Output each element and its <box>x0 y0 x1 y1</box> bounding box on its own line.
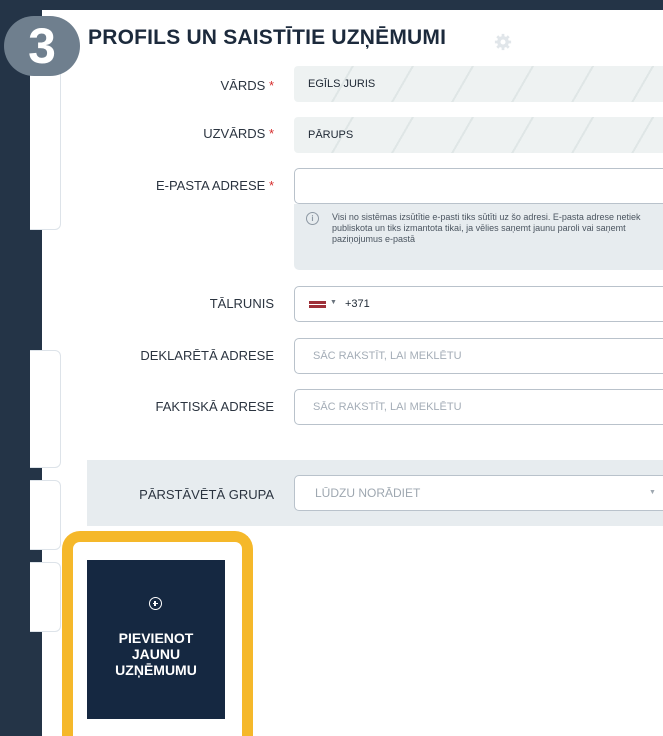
latvia-flag-icon[interactable] <box>309 301 326 308</box>
group-label: PĀRSTĀVĒTĀ GRUPA <box>139 487 274 502</box>
declared-address-label: DEKLARĒTĀ ADRESE <box>140 348 274 363</box>
declared-address-input[interactable]: SĀC RAKSTĪT, LAI MEKLĒTU <box>294 338 663 374</box>
phone-input[interactable]: ▼ +371 <box>294 286 663 322</box>
page-title: PROFILS UN SAISTĪTIE UZŅĒMUMI <box>88 26 447 49</box>
top-bar <box>0 0 663 10</box>
first-name-label-text: VĀRDS <box>220 78 266 93</box>
email-label-text: E-PASTA ADRESE <box>155 178 266 193</box>
card-fragment <box>30 480 61 550</box>
phone-label: TĀLRUNIS <box>209 296 274 311</box>
card-fragment <box>30 562 61 632</box>
first-name-label: VĀRDS * <box>221 78 274 93</box>
email-hint-text: Visi no sistēmas izsūtītie e-pasti tiks … <box>332 212 641 244</box>
required-marker: * <box>268 126 274 141</box>
email-input[interactable] <box>294 168 663 204</box>
group-select[interactable]: LŪDZU NORĀDIET ▼ <box>294 475 663 511</box>
chevron-down-icon[interactable]: ▼ <box>330 299 337 306</box>
step-number-badge: 3 <box>4 16 80 76</box>
required-marker: * <box>268 78 274 93</box>
actual-address-label: FAKTISKĀ ADRESE <box>155 399 275 414</box>
card-fragment <box>30 66 61 230</box>
add-company-button[interactable]: PIEVIENOT JAUNU UZŅĒMUMU <box>87 560 225 719</box>
phone-country-code[interactable]: +371 <box>345 287 370 321</box>
chevron-down-icon: ▼ <box>649 489 656 496</box>
required-marker: * <box>268 178 274 193</box>
plus-circle-icon <box>149 597 162 610</box>
gear-icon[interactable] <box>494 33 512 51</box>
add-company-label: PIEVIENOT JAUNU UZŅĒMUMU <box>115 630 197 678</box>
email-hint: i Visi no sistēmas izsūtītie e-pasti tik… <box>294 204 663 270</box>
info-icon: i <box>306 212 319 225</box>
last-name-label-text: UZVĀRDS <box>203 126 266 141</box>
last-name-field: PĀRUPS <box>294 117 663 153</box>
first-name-field: EGĪLS JURIS <box>294 66 663 102</box>
email-label: E-PASTA ADRESE * <box>156 178 274 193</box>
card-fragment <box>30 350 61 468</box>
last-name-label: UZVĀRDS * <box>203 126 274 141</box>
group-select-placeholder: LŪDZU NORĀDIET <box>315 486 421 500</box>
actual-address-input[interactable]: SĀC RAKSTĪT, LAI MEKLĒTU <box>294 389 663 425</box>
